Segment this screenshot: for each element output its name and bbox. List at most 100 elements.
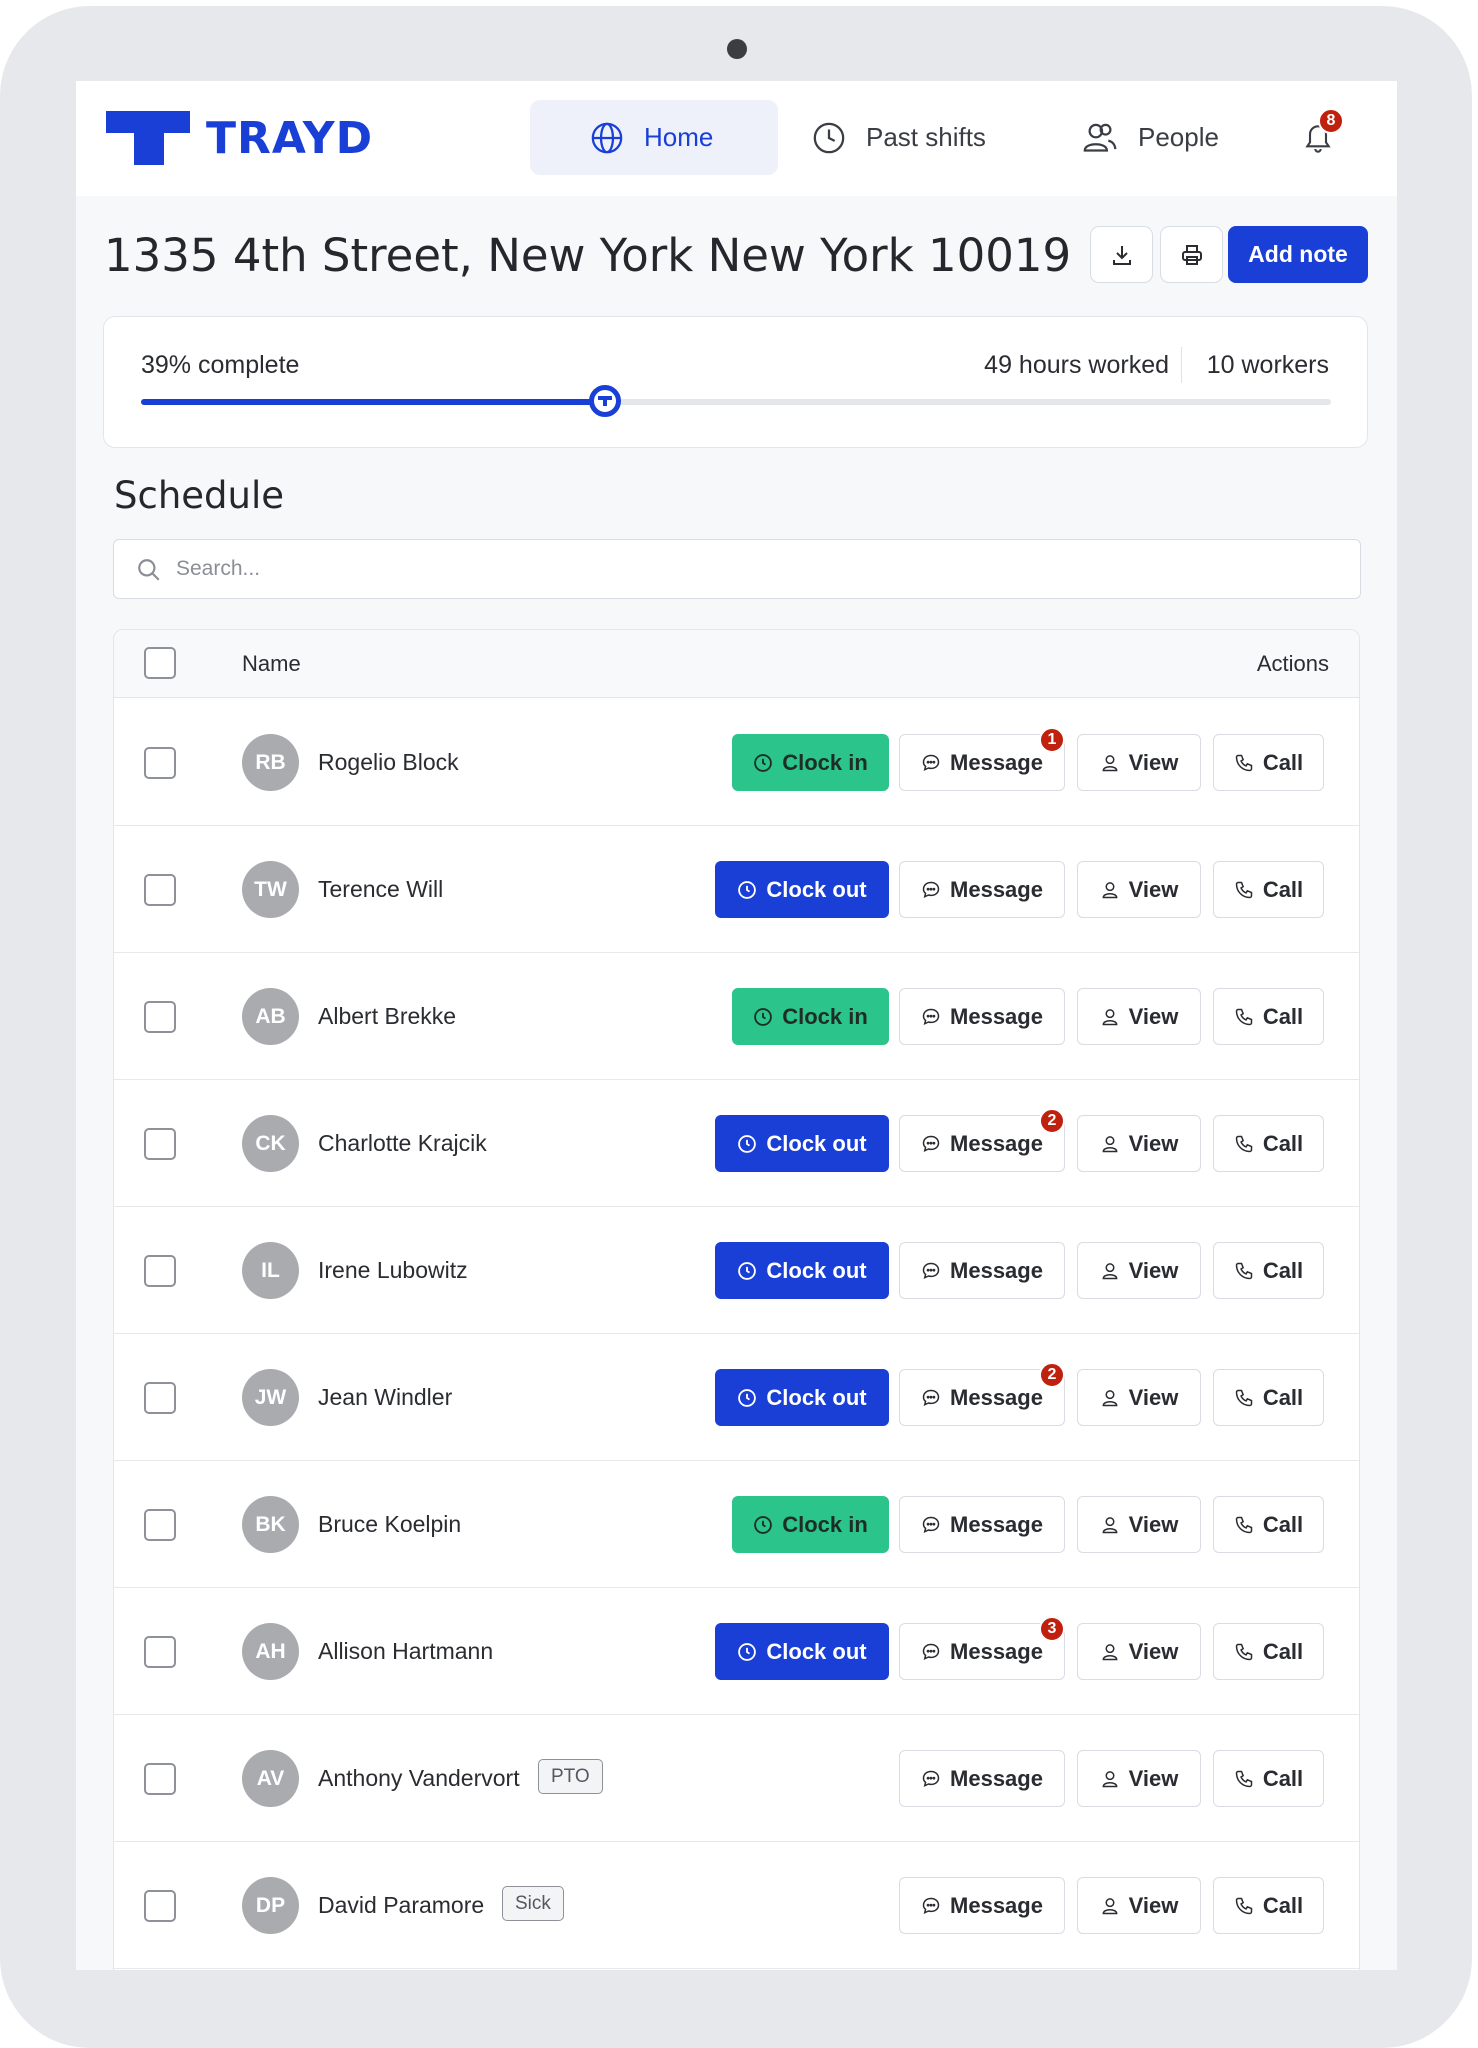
avatar: CK	[242, 1115, 299, 1172]
chat-bubble-icon	[922, 1643, 940, 1660]
person-name: Allison Hartmann	[318, 1638, 494, 1664]
message-count-badge: 1	[1039, 727, 1065, 753]
message-button[interactable]: Message	[899, 1877, 1065, 1934]
call-label: Call	[1262, 749, 1304, 775]
row-checkbox[interactable]	[144, 1382, 176, 1414]
call-button[interactable]: Call	[1213, 1369, 1324, 1426]
view-button[interactable]: View	[1077, 1369, 1201, 1426]
chat-bubble-icon	[922, 881, 940, 898]
message-button[interactable]: Message	[899, 1242, 1065, 1299]
row-checkbox[interactable]	[144, 1128, 176, 1160]
clock-icon	[754, 753, 773, 772]
message-button[interactable]: Message	[899, 988, 1065, 1045]
person-name: Albert Brekke	[318, 1003, 457, 1029]
message-count-badge: 3	[1039, 1616, 1065, 1642]
clock-out-button[interactable]: Clock out	[715, 861, 889, 918]
call-button[interactable]: Call	[1213, 1115, 1324, 1172]
clock-in-button[interactable]: Clock in	[732, 1496, 889, 1553]
view-button[interactable]: View	[1077, 1750, 1201, 1807]
row-checkbox[interactable]	[144, 1255, 176, 1287]
view-label: View	[1128, 1003, 1179, 1029]
avatar: AB	[242, 988, 299, 1045]
row-checkbox[interactable]	[144, 747, 176, 779]
nav-past-shifts[interactable]: Past shifts	[812, 100, 986, 175]
chat-bubble-icon	[922, 1262, 940, 1279]
search-input[interactable]	[176, 550, 1326, 588]
call-button[interactable]: Call	[1213, 1496, 1324, 1553]
view-label: View	[1128, 1638, 1179, 1664]
page-title: 1335 4th Street, New York New York 10019	[104, 229, 1072, 282]
clock-out-button[interactable]: Clock out	[715, 1115, 889, 1172]
view-button[interactable]: View	[1077, 734, 1201, 791]
row-checkbox[interactable]	[144, 1763, 176, 1795]
trayd-mini-icon	[598, 396, 613, 406]
brand-logo[interactable]: TRAYD	[106, 111, 373, 165]
table-row: AH Allison Hartmann Clock out Message 3 View…	[114, 1588, 1359, 1715]
clock-in-button[interactable]: Clock in	[732, 988, 889, 1045]
select-all-checkbox[interactable]	[144, 647, 176, 679]
nav-people-label: People	[1138, 122, 1219, 152]
view-button[interactable]: View	[1077, 1115, 1201, 1172]
download-button[interactable]	[1090, 226, 1153, 283]
nav-home[interactable]: Home	[530, 100, 778, 175]
print-button[interactable]	[1160, 226, 1223, 283]
call-label: Call	[1262, 1384, 1304, 1410]
row-checkbox[interactable]	[144, 1001, 176, 1033]
view-button[interactable]: View	[1077, 1242, 1201, 1299]
call-button[interactable]: Call	[1213, 1242, 1324, 1299]
message-label: Message	[950, 1003, 1043, 1029]
clock-out-button[interactable]: Clock out	[715, 1623, 889, 1680]
person-icon	[1102, 1516, 1118, 1533]
person-icon	[1102, 1008, 1118, 1025]
call-button[interactable]: Call	[1213, 861, 1324, 918]
clock-icon	[738, 1388, 757, 1407]
call-button[interactable]: Call	[1213, 1877, 1324, 1934]
view-button[interactable]: View	[1077, 861, 1201, 918]
clock-icon	[738, 1134, 757, 1153]
nav-past-shifts-label: Past shifts	[866, 122, 986, 152]
view-button[interactable]: View	[1077, 1877, 1201, 1934]
view-button[interactable]: View	[1077, 988, 1201, 1045]
progress-thumb[interactable]	[589, 385, 622, 417]
call-button[interactable]: Call	[1213, 1623, 1324, 1680]
message-button[interactable]: Message	[899, 1496, 1065, 1553]
view-label: View	[1128, 749, 1179, 775]
clock-icon	[738, 880, 757, 899]
message-label: Message	[950, 1765, 1043, 1791]
top-nav: TRAYD Home Past shifts People 8	[76, 81, 1397, 196]
phone-icon	[1235, 881, 1253, 898]
nav-people[interactable]: People	[1082, 100, 1219, 175]
view-button[interactable]: View	[1077, 1623, 1201, 1680]
clock-out-button[interactable]: Clock out	[715, 1242, 889, 1299]
message-label: Message	[950, 1130, 1043, 1156]
message-button[interactable]: Message	[899, 861, 1065, 918]
avatar: AV	[242, 1750, 299, 1807]
row-checkbox[interactable]	[144, 1636, 176, 1668]
trayd-logo-icon	[106, 111, 190, 165]
clock-in-label: Clock in	[782, 1003, 868, 1029]
person-name: Jean Windler	[318, 1384, 453, 1410]
clock-out-button[interactable]: Clock out	[715, 1369, 889, 1426]
add-note-button[interactable]: Add note	[1228, 226, 1368, 283]
call-button[interactable]: Call	[1213, 988, 1324, 1045]
message-button[interactable]: Message	[899, 1750, 1065, 1807]
view-label: View	[1128, 1765, 1179, 1791]
clock-in-button[interactable]: Clock in	[732, 734, 889, 791]
phone-icon	[1235, 1008, 1253, 1025]
clock-out-label: Clock out	[766, 876, 867, 902]
search-icon	[138, 559, 160, 581]
clock-icon	[813, 122, 845, 153]
people-icon	[1083, 123, 1117, 152]
call-button[interactable]: Call	[1213, 734, 1324, 791]
row-checkbox[interactable]	[144, 1890, 176, 1922]
person-name: Charlotte Krajcik	[318, 1130, 487, 1156]
view-label: View	[1128, 1257, 1179, 1283]
row-checkbox[interactable]	[144, 1509, 176, 1541]
call-button[interactable]: Call	[1213, 1750, 1324, 1807]
person-name: Bruce Koelpin	[318, 1511, 462, 1537]
row-checkbox[interactable]	[144, 874, 176, 906]
chat-bubble-icon	[922, 1389, 940, 1406]
message-label: Message	[950, 749, 1043, 775]
table-row: JW Jean Windler Clock out Message 2 View Cal…	[114, 1334, 1359, 1461]
view-button[interactable]: View	[1077, 1496, 1201, 1553]
